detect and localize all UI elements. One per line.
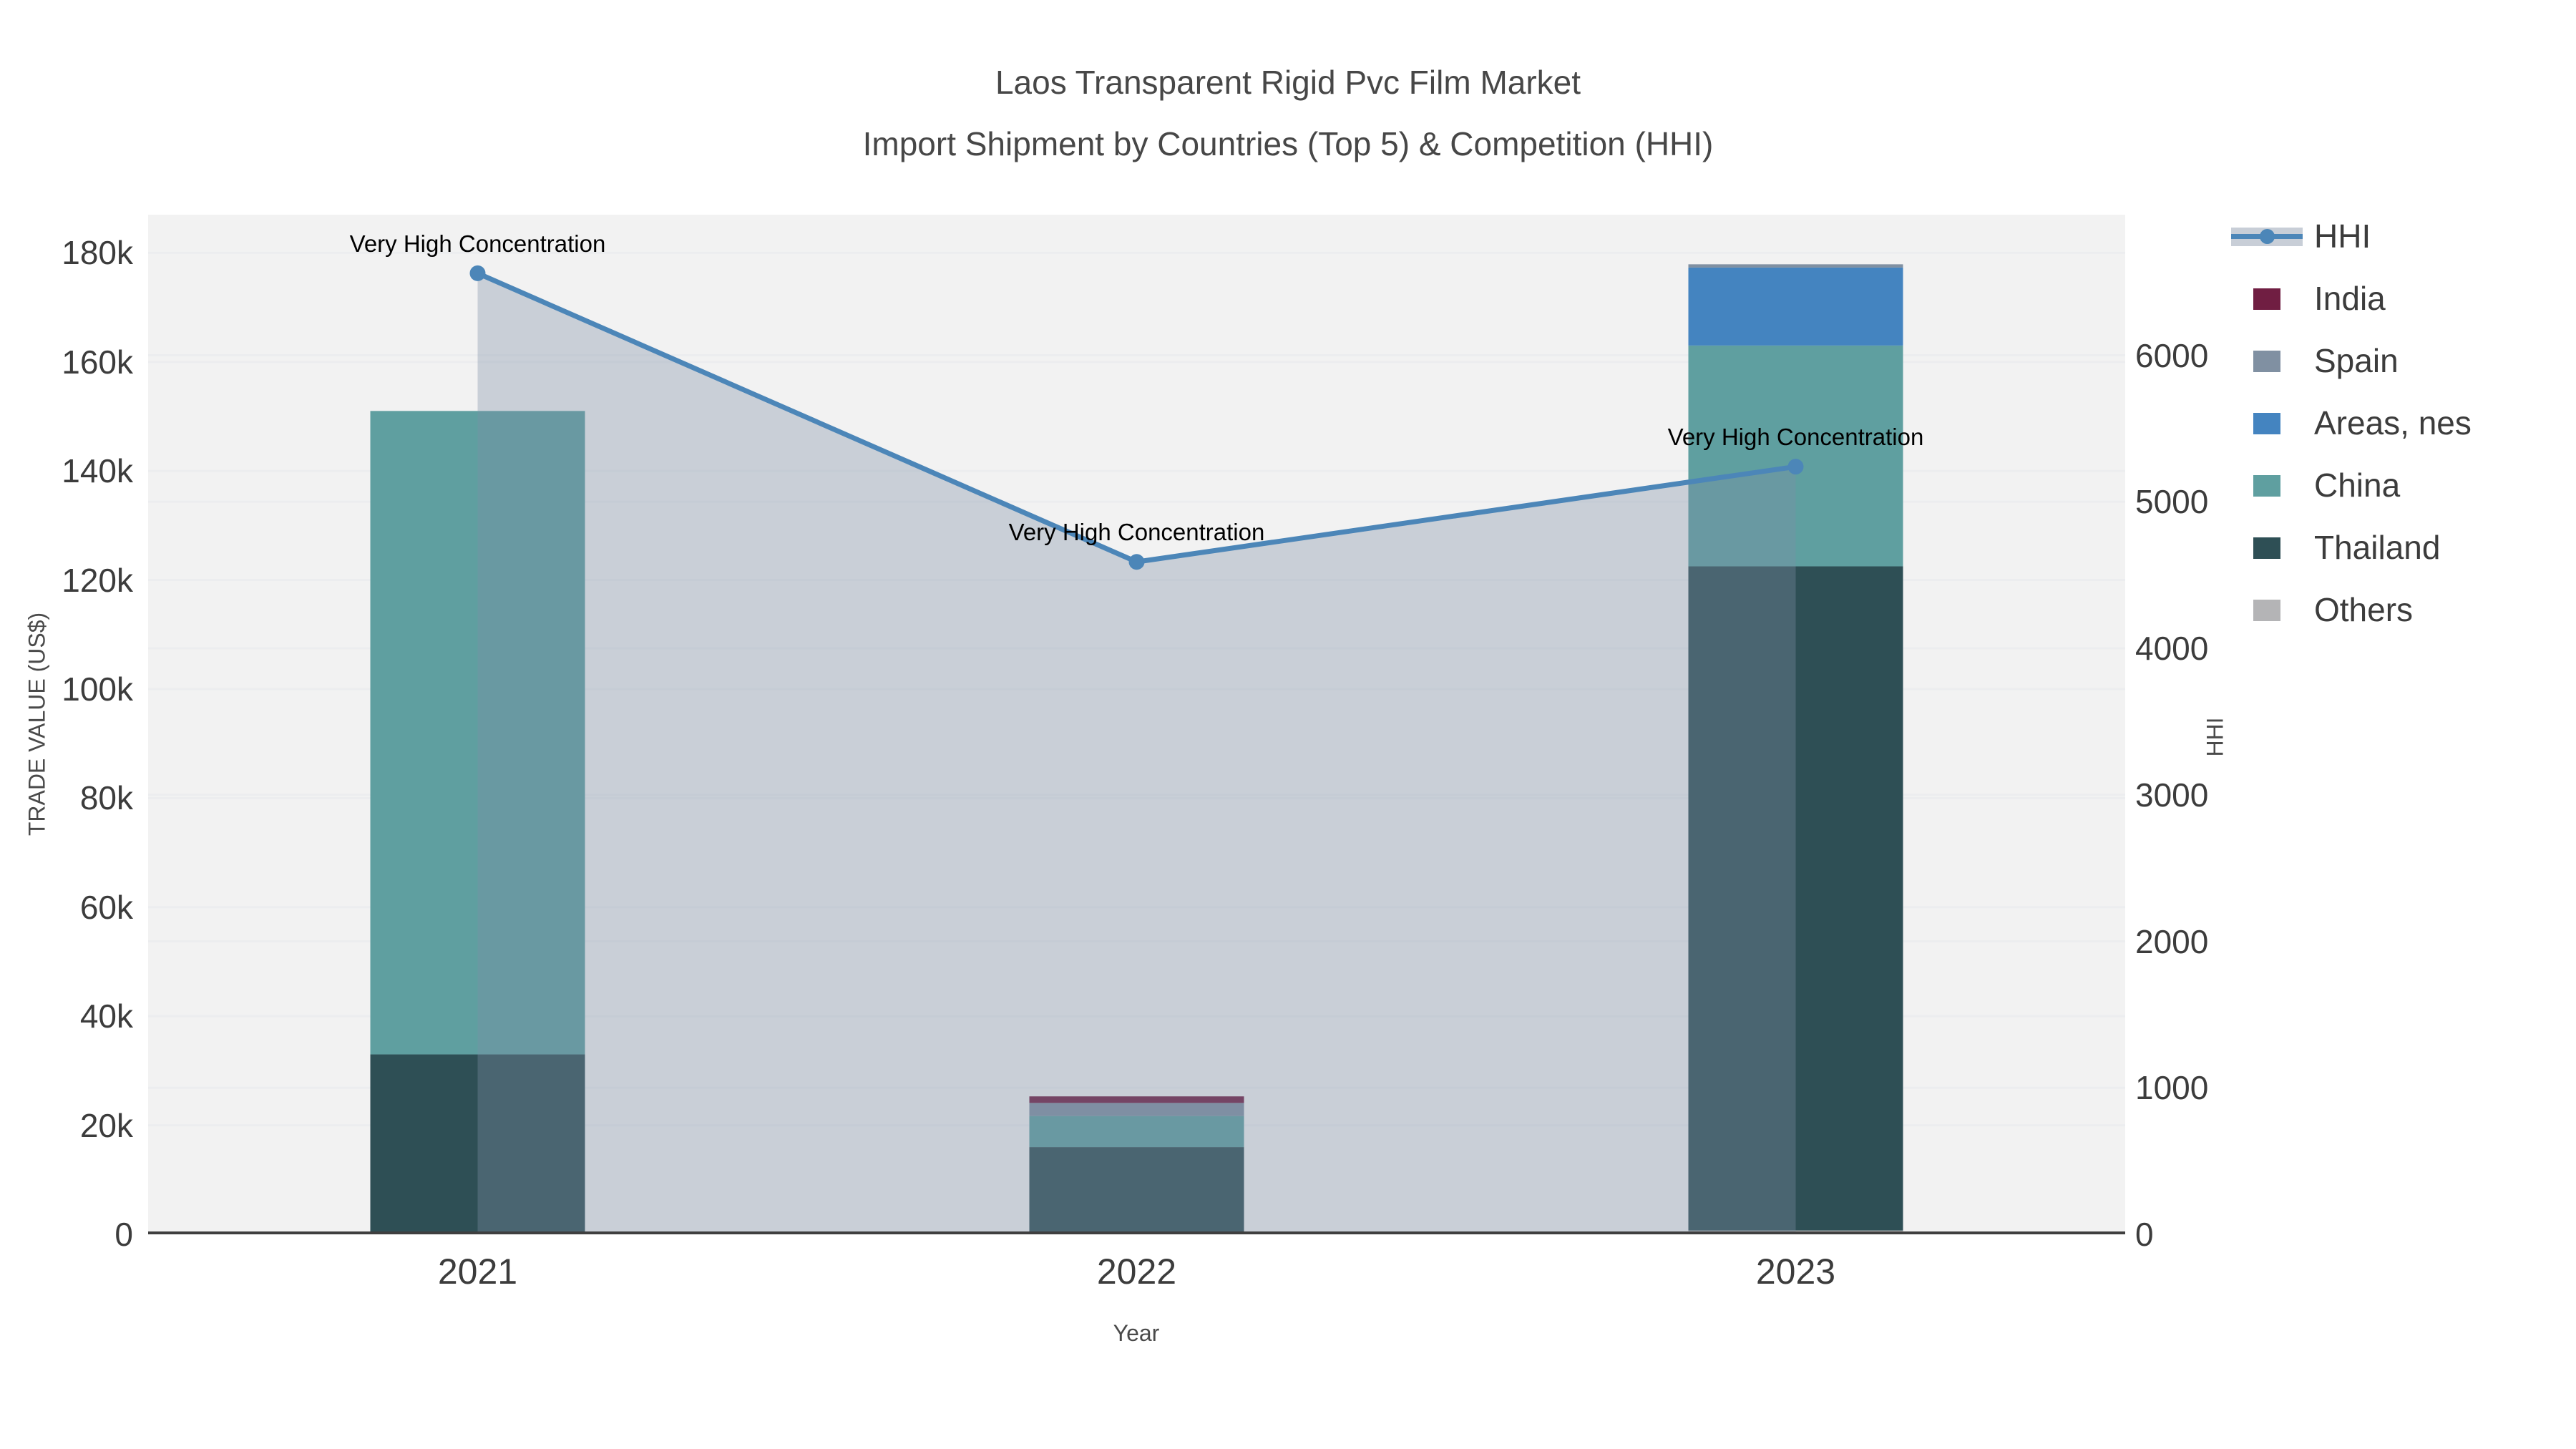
y-left-tick-100k: 100k [62,670,133,708]
legend: HHI India Spain Areas, nes China Thailand Othe… [2231,217,2472,629]
annotation-2022: Very High Concentration [1009,519,1265,545]
annotation-2023: Very High Concentration [1668,424,1924,450]
color-swatch-icon [2253,537,2280,559]
annotation-2021: Very High Concentration [350,230,606,257]
plot-area[interactable]: Very High Concentration Very High Concent… [148,215,2125,1234]
chart-canvas: Very High Concentration Very High Concent… [148,230,2125,1234]
legend-item-thailand[interactable]: Thailand [2231,528,2472,567]
y-right-tick-4000: 4000 [2135,630,2209,668]
x-tick-2022: 2022 [1096,1252,1177,1292]
y-left-tick-160k: 160k [62,343,133,381]
legend-label: HHI [2314,218,2371,255]
color-swatch-icon [2253,351,2280,372]
legend-item-hhi[interactable]: HHI [2231,217,2472,255]
y-right-tick-2000: 2000 [2135,922,2209,960]
y-left-tick-40k: 40k [79,997,133,1035]
legend-item-others[interactable]: Others [2231,590,2472,629]
hhi-line-sample-icon [2231,225,2303,247]
bar-segment-areas-nes-2023 [1688,267,1903,346]
color-swatch-icon [2253,288,2280,310]
y-axis-title-left: TRADE VALUE (US$) [24,612,50,836]
hhi-marker-2023 [1787,459,1804,475]
legend-swatch-icon [2231,350,2303,372]
legend-item-spain[interactable]: Spain [2231,341,2472,380]
color-swatch-icon [2253,475,2280,497]
y-axis-title-right: HHI [2202,717,2228,757]
legend-item-areas-nes[interactable]: Areas, nes [2231,404,2472,442]
y-right-tick-0: 0 [2135,1216,2154,1253]
legend-label: Thailand [2314,529,2441,566]
bar-segment-spain-2023 [1688,264,1903,268]
y-left-tick-0: 0 [114,1216,133,1253]
hhi-marker-2021 [469,265,486,281]
legend-swatch-icon [2231,474,2303,497]
legend-item-china[interactable]: China [2231,466,2472,504]
y-right-tick-3000: 3000 [2135,776,2209,814]
legend-label: China [2314,467,2401,504]
legend-label: Others [2314,591,2414,628]
legend-swatch-icon [2231,288,2303,310]
legend-swatch-icon [2231,412,2303,434]
y-left-tick-80k: 80k [79,779,133,817]
chart-title: Laos Transparent Rigid Pvc Film Market I… [0,66,2576,160]
x-tick-2021: 2021 [437,1252,518,1292]
y-left-tick-120k: 120k [62,561,133,599]
color-swatch-icon [2253,600,2280,621]
y-left-tick-140k: 140k [62,452,133,490]
chart-title-line2: Import Shipment by Countries (Top 5) & C… [862,125,1714,162]
x-axis-title: Year [1113,1320,1160,1346]
y-left-tick-20k: 20k [79,1106,133,1144]
hhi-marker-2022 [1128,554,1145,570]
legend-swatch-icon [2231,599,2303,621]
y-right-tick-1000: 1000 [2135,1069,2209,1107]
hhi-area-fill [477,273,1796,1234]
legend-label: Areas, nes [2314,404,2472,441]
chart-title-line1: Laos Transparent Rigid Pvc Film Market [995,64,1581,101]
legend-label: India [2314,280,2386,317]
x-tick-2023: 2023 [1755,1252,1836,1292]
figure: Laos Transparent Rigid Pvc Film Market I… [0,0,2576,1449]
legend-label: Spain [2314,342,2399,379]
legend-swatch-icon [2231,537,2303,559]
y-left-tick-180k: 180k [62,234,133,272]
color-swatch-icon [2253,413,2280,434]
legend-item-india[interactable]: India [2231,279,2472,318]
y-left-tick-60k: 60k [79,888,133,926]
hhi-dot-icon [2260,229,2275,244]
